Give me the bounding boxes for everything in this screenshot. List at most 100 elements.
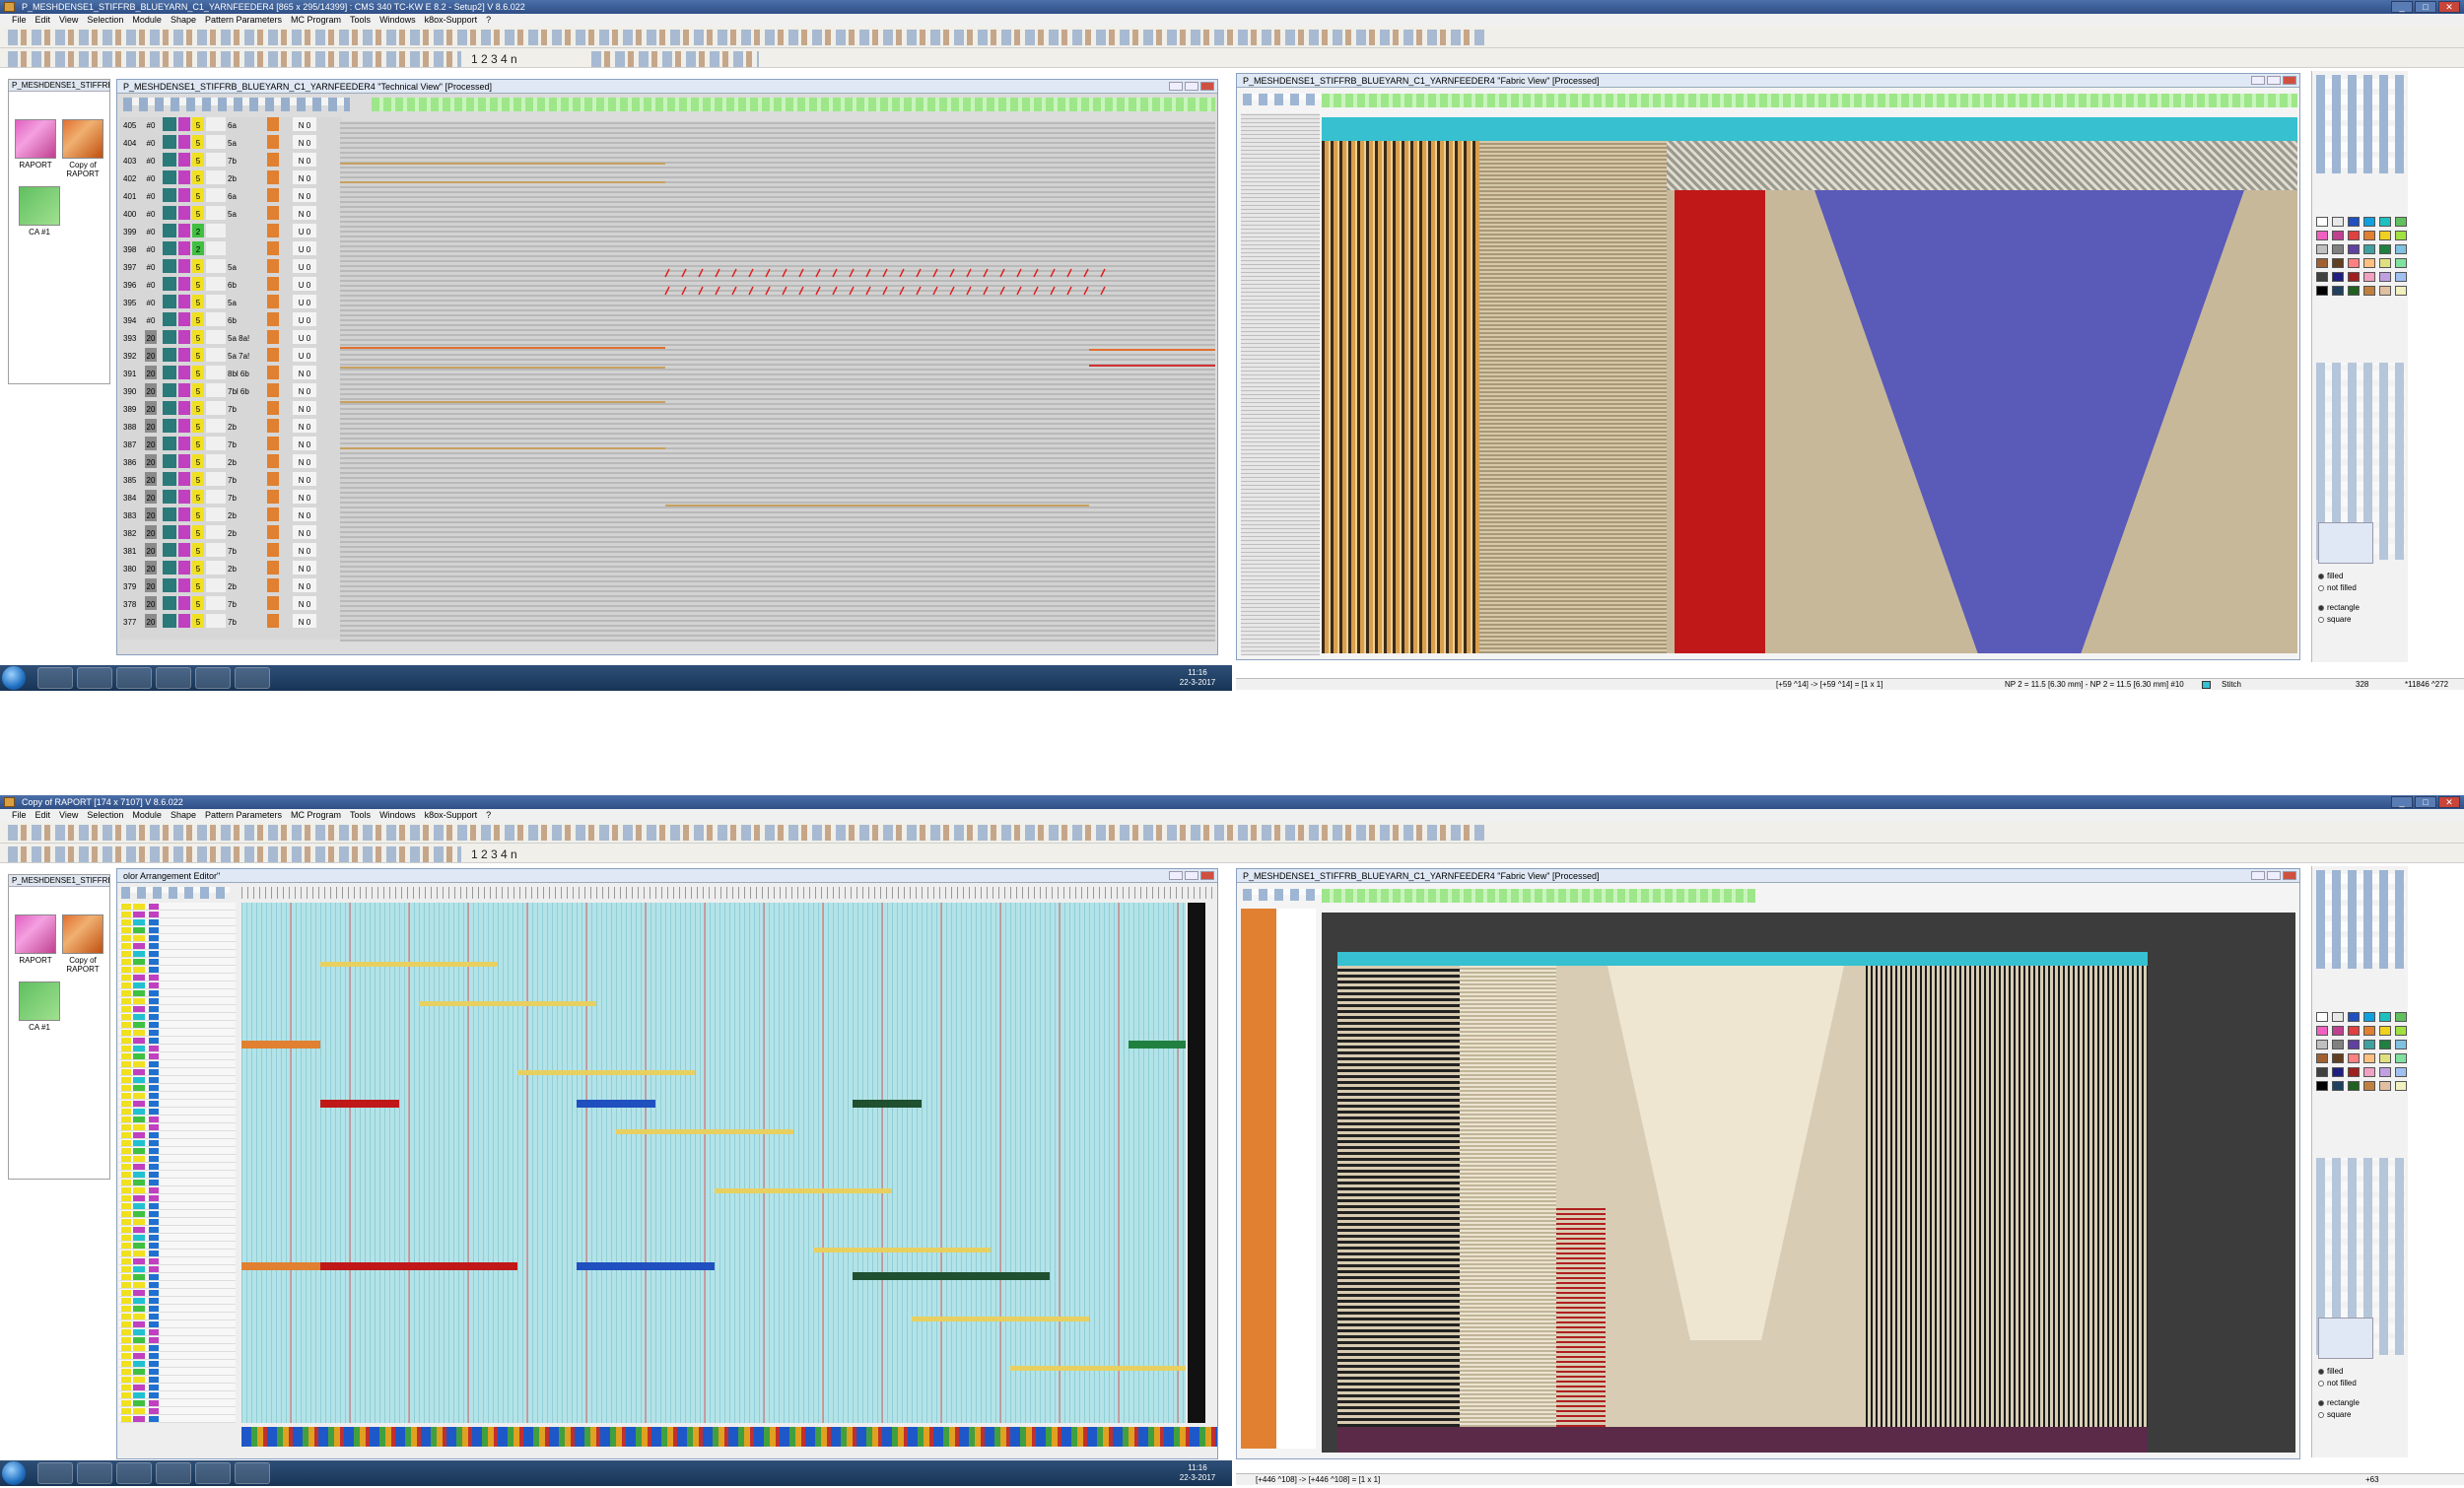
list-item[interactable] (119, 1328, 236, 1336)
menu-selection[interactable]: Selection (87, 809, 123, 822)
color-swatch[interactable] (2395, 258, 2407, 268)
table-row[interactable]: 389 20 5 7b N 0 (119, 401, 342, 419)
table-row[interactable]: 383 20 5 2b N 0 (119, 507, 342, 525)
thumb-raport[interactable] (15, 914, 56, 954)
list-item[interactable] (119, 1344, 236, 1352)
table-row[interactable]: 392 20 5 5a 7a! U 0 (119, 348, 342, 366)
radio-not-filled[interactable]: not filled (2318, 1379, 2357, 1387)
restore-icon[interactable] (2267, 871, 2281, 880)
taskbar-media-icon[interactable] (116, 667, 152, 689)
feeder-block[interactable] (1129, 1041, 1188, 1048)
drawing-tools[interactable] (2316, 870, 2405, 969)
table-row[interactable]: 384 20 5 7b N 0 (119, 490, 342, 507)
list-item[interactable] (119, 926, 236, 934)
list-item[interactable] (119, 1376, 236, 1384)
color-swatch[interactable] (2316, 1053, 2328, 1063)
list-item[interactable] (119, 1076, 236, 1084)
color-swatch[interactable] (2316, 217, 2328, 227)
minimize-icon[interactable] (2251, 871, 2265, 880)
feeder-move[interactable] (419, 1001, 596, 1006)
cae-title-bar[interactable]: olor Arrangement Editor" (117, 869, 1217, 883)
list-item[interactable] (119, 1163, 236, 1171)
color-swatch[interactable] (2316, 1081, 2328, 1091)
list-item[interactable] (119, 981, 236, 989)
fabric-view-tools[interactable] (1243, 94, 1322, 105)
list-item[interactable] (119, 1194, 236, 1202)
list-item[interactable] (119, 1171, 236, 1179)
taskbar-clock[interactable]: 11:16 22-3-2017 (1173, 668, 1222, 688)
fabric-view-title-bar[interactable]: P_MESHDENSE1_STIFFRB_BLUEYARN_C1_YARNFEE… (1237, 74, 2299, 88)
feeder-block[interactable] (320, 1262, 517, 1270)
menu-shape[interactable]: Shape (171, 14, 196, 27)
list-item[interactable] (119, 1265, 236, 1273)
color-swatch[interactable] (2332, 1053, 2344, 1063)
color-swatch[interactable] (2332, 272, 2344, 282)
color-swatch[interactable] (2332, 1026, 2344, 1036)
menu-pattern-parameters[interactable]: Pattern Parameters (205, 809, 282, 822)
color-swatch[interactable] (2332, 244, 2344, 254)
table-row[interactable]: 403 #0 5 7b N 0 (119, 153, 342, 170)
radio-square[interactable]: square (2318, 1410, 2351, 1419)
list-item[interactable] (119, 1297, 236, 1305)
table-row[interactable]: 380 20 5 2b N 0 (119, 561, 342, 578)
menu-view[interactable]: View (59, 809, 78, 822)
color-swatch[interactable] (2332, 1067, 2344, 1077)
list-item[interactable] (119, 958, 236, 966)
table-row[interactable]: 379 20 5 2b N 0 (119, 578, 342, 596)
list-item[interactable] (119, 997, 236, 1005)
feeder-move[interactable] (320, 962, 498, 967)
color-swatch[interactable] (2348, 1026, 2360, 1036)
color-swatch[interactable] (2332, 258, 2344, 268)
color-swatch[interactable] (2363, 231, 2375, 240)
minimize-icon[interactable]: _ (2391, 1, 2413, 13)
list-item[interactable] (119, 1250, 236, 1257)
list-item[interactable] (119, 1257, 236, 1265)
color-swatch[interactable] (2363, 286, 2375, 296)
color-swatch[interactable] (2379, 1081, 2391, 1091)
radio-filled[interactable]: filled (2318, 572, 2343, 580)
list-item[interactable] (119, 1092, 236, 1100)
color-swatch[interactable] (2363, 1026, 2375, 1036)
table-row[interactable]: 402 #0 5 2b N 0 (119, 170, 342, 188)
toolbar-number-label[interactable]: 1 2 3 4 n (471, 52, 517, 66)
restore-icon[interactable] (1185, 871, 1198, 880)
feeder-move[interactable] (1010, 1366, 1188, 1371)
feeder-block[interactable] (577, 1100, 655, 1108)
color-swatch[interactable] (2395, 286, 2407, 296)
color-swatch[interactable] (2348, 231, 2360, 240)
color-swatch[interactable] (2395, 1040, 2407, 1049)
feeder-move[interactable] (715, 1188, 892, 1193)
table-row[interactable]: 378 20 5 7b N 0 (119, 596, 342, 614)
feeder-move[interactable] (813, 1248, 991, 1252)
list-item[interactable] (119, 1313, 236, 1320)
close-icon[interactable] (1200, 871, 1214, 880)
color-swatch[interactable] (2363, 1040, 2375, 1049)
list-item[interactable] (119, 1218, 236, 1226)
list-item[interactable] (119, 1060, 236, 1068)
list-item[interactable] (119, 1305, 236, 1313)
list-item[interactable] (119, 1139, 236, 1147)
list-item[interactable] (119, 1399, 236, 1407)
color-swatch[interactable] (2316, 231, 2328, 240)
color-swatch[interactable] (2363, 1081, 2375, 1091)
list-item[interactable] (119, 1045, 236, 1052)
color-swatch[interactable] (2363, 1012, 2375, 1022)
app-title-bar-2[interactable]: Copy of RAPORT [174 x 7107] V 8.6.022 _ □… (0, 795, 2464, 809)
list-item[interactable] (119, 1336, 236, 1344)
cae-tools[interactable] (121, 887, 230, 899)
menu-mc-program[interactable]: MC Program (291, 14, 341, 27)
project-panel-title[interactable]: P_MESHDENSE1_STIFFRB (9, 80, 109, 92)
list-item[interactable] (119, 1384, 236, 1391)
cae-grid[interactable] (241, 903, 1188, 1423)
color-swatch[interactable] (2379, 244, 2391, 254)
menu-module[interactable]: Module (132, 809, 162, 822)
drawing-tools[interactable] (2316, 75, 2405, 173)
feeder-move[interactable] (912, 1317, 1089, 1321)
technical-view-tools[interactable] (123, 98, 350, 111)
table-row[interactable]: 395 #0 5 5a U 0 (119, 295, 342, 312)
color-swatch[interactable] (2379, 1012, 2391, 1022)
list-item[interactable] (119, 1155, 236, 1163)
knit-grid[interactable] (340, 121, 1215, 642)
color-swatch[interactable] (2348, 217, 2360, 227)
table-row[interactable]: 386 20 5 2b N 0 (119, 454, 342, 472)
